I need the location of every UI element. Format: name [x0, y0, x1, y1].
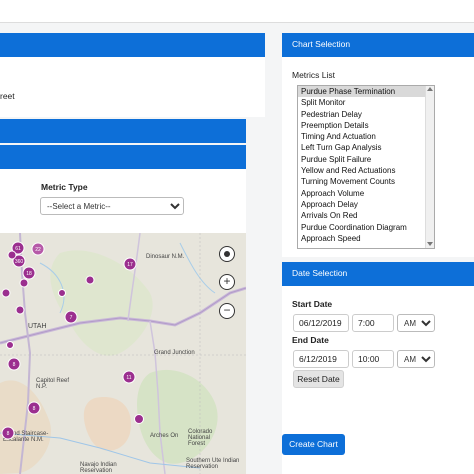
metrics-list-item[interactable]: Left Turn Gap Analysis — [298, 142, 434, 153]
end-time-input[interactable]: 10:00 — [352, 350, 394, 368]
map-marker-count: 11 — [126, 375, 131, 381]
map-marker[interactable]: 8 — [7, 357, 21, 371]
scroll-up-icon[interactable] — [427, 87, 433, 91]
map-marker[interactable]: 18 — [22, 266, 36, 280]
start-date-input[interactable]: 06/12/2019 — [293, 314, 349, 332]
metrics-list-item[interactable]: Preemption Details — [298, 120, 434, 131]
map-marker-count: 8 — [33, 406, 36, 412]
map-marker[interactable]: 11 — [122, 370, 136, 384]
map-markers-layer: 61 22 360 18 17 7 8 8 11 8 — [1, 241, 144, 440]
metrics-list-item[interactable]: Purdue Phase Termination — [298, 86, 434, 98]
end-date-input[interactable]: 6/12/2019 — [293, 350, 349, 368]
signal-panel-header — [0, 119, 246, 143]
metrics-list-item[interactable]: Purdue Split Failure — [298, 154, 434, 165]
signal-map[interactable]: UTAH Dinosaur N.M. Grand Junction Capito… — [0, 233, 246, 474]
metric-panel-header — [0, 145, 246, 169]
metrics-list-item[interactable]: Yellow and Red Actuations — [298, 165, 434, 176]
start-date-label: Start Date — [292, 299, 333, 309]
start-ampm-select[interactable]: AM — [397, 314, 435, 332]
map-marker-small[interactable] — [15, 305, 25, 315]
street-text: reet — [0, 91, 15, 101]
map-marker-small[interactable] — [6, 341, 14, 349]
metrics-list-label: Metrics List — [292, 70, 335, 80]
map-marker-small[interactable] — [58, 289, 66, 297]
map-marker-count: 360 — [15, 259, 24, 265]
metrics-list-item[interactable]: Pedestrian Delay — [298, 109, 434, 120]
reset-date-button[interactable]: Reset Date — [293, 370, 344, 388]
map-marker-count: 22 — [35, 247, 41, 253]
metrics-list-item[interactable]: Approach Speed — [298, 233, 434, 244]
metrics-list-item[interactable]: Approach Volume — [298, 188, 434, 199]
metrics-list-item[interactable]: Turning Movement Counts — [298, 176, 434, 187]
map-marker-count: 18 — [26, 271, 32, 277]
metrics-list-item[interactable]: Approach Delay — [298, 199, 434, 210]
map-marker[interactable]: 7 — [64, 310, 78, 324]
top-navbar — [0, 0, 474, 23]
map-marker[interactable]: 22 — [31, 242, 45, 256]
metrics-list-item[interactable]: Purdue Coordination Diagram — [298, 222, 434, 233]
map-marker-small[interactable] — [85, 275, 95, 285]
map-marker-small[interactable] — [1, 288, 11, 298]
crosshair-icon[interactable] — [219, 246, 235, 262]
map-marker-count: 8 — [7, 431, 10, 437]
metrics-list-item[interactable]: Timing And Actuation — [298, 131, 434, 142]
left-panel-header — [0, 33, 265, 57]
end-ampm-select[interactable]: AM — [397, 350, 435, 368]
map-marker-small[interactable] — [7, 250, 17, 260]
start-time-input[interactable]: 7:00 — [352, 314, 394, 332]
map-marker-count: 7 — [70, 315, 73, 321]
zoom-in-button[interactable]: + — [219, 274, 235, 290]
map-marker[interactable]: 8 — [1, 426, 15, 440]
map-marker-small[interactable] — [134, 414, 144, 424]
zoom-out-button[interactable]: − — [219, 303, 235, 319]
scroll-down-icon[interactable] — [427, 242, 433, 246]
map-marker[interactable]: 8 — [27, 401, 41, 415]
date-selection-header: Date Selection — [282, 262, 474, 286]
metrics-list-scrollbar[interactable] — [425, 86, 434, 248]
map-marker-count: 17 — [127, 262, 133, 268]
map-marker-count: 8 — [13, 362, 16, 368]
end-date-label: End Date — [292, 335, 329, 345]
map-marker[interactable]: 17 — [123, 257, 137, 271]
metric-type-select[interactable]: --Select a Metric-- — [40, 197, 184, 215]
metrics-listbox[interactable]: Purdue Phase Termination Split Monitor P… — [297, 85, 435, 249]
metric-type-label: Metric Type — [41, 182, 88, 192]
metrics-list-item[interactable]: Split Monitor — [298, 97, 434, 108]
create-chart-button[interactable]: Create Chart — [282, 434, 345, 455]
chart-selection-header: Chart Selection — [282, 33, 474, 57]
metrics-list-item[interactable]: Arrivals On Red — [298, 210, 434, 221]
left-panel-body — [0, 57, 265, 117]
map-marker-small[interactable] — [19, 278, 29, 288]
map-marker-count: 61 — [15, 246, 21, 252]
